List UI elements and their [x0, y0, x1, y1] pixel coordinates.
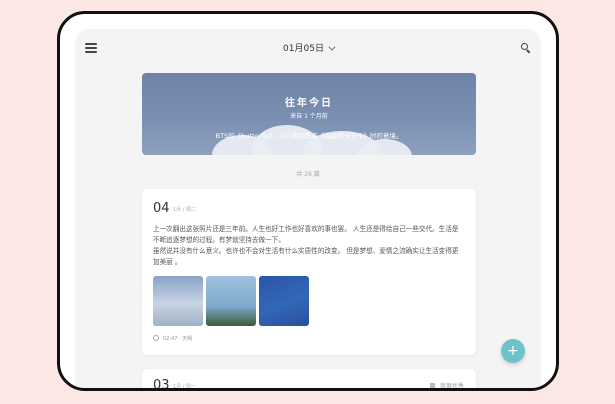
banner-subtitle: 来自 1 个月前	[290, 113, 328, 120]
banner-title: 往年今日	[285, 98, 333, 109]
tablet-frame: 01月05日 往年今日 来自 1 个月前 BTS的《butterfly》，以让我…	[57, 11, 559, 391]
photo-thumbnail[interactable]	[206, 276, 256, 326]
search-icon[interactable]	[521, 43, 531, 54]
photo-thumbnail[interactable]	[259, 276, 309, 326]
date-label: 01月05日	[283, 44, 324, 54]
diary-entry-card[interactable]: 04 1月 / 周二 上一次翻出这张照片还是三年前。人生也好工作也好喜欢的事也罢…	[142, 189, 476, 355]
entry-footer: 02:47 · 天晴	[153, 335, 192, 342]
entry-count: 共 28 篇	[296, 171, 320, 178]
chevron-down-icon	[328, 43, 336, 51]
entry-meta: 1月 / 周二	[173, 207, 197, 213]
top-bar: 01月05日	[75, 29, 541, 69]
weather-icon	[153, 335, 159, 341]
entry-tag: 我很优秀	[429, 381, 464, 390]
date-selector[interactable]: 01月05日	[75, 41, 541, 54]
entry-paragraph: 上一次翻出这张照片还是三年前。人生也好工作也好喜欢的事也罢。 人生还是得给自己一…	[153, 225, 459, 244]
tag-icon	[429, 383, 435, 388]
entry-day: 04	[153, 201, 170, 216]
app-screen: 01月05日 往年今日 来自 1 个月前 BTS的《butterfly》，以让我…	[75, 29, 541, 391]
on-this-day-banner[interactable]: 往年今日 来自 1 个月前 BTS的《butterfly》，以让我回想着《海边的…	[142, 73, 476, 155]
entry-meta: 1月 / 周一	[173, 384, 197, 390]
photo-thumbnail[interactable]	[153, 276, 203, 326]
diary-entry-card[interactable]: 03 1月 / 周一 我很优秀	[142, 369, 476, 391]
entry-footer-text: 02:47 · 天晴	[163, 336, 193, 342]
entry-paragraph: 虽然说并没有什么意义。也许也不会对生活有什么实质性的改变。 但是梦想、爱情之流确…	[153, 247, 459, 266]
banner-text: BTS的《butterfly》，以让我回想着《海边的卡夫卡》时的意境。	[215, 132, 403, 140]
add-entry-button[interactable]: +	[501, 339, 525, 363]
entry-body: 上一次翻出这张照片还是三年前。人生也好工作也好喜欢的事也罢。 人生还是得给自己一…	[153, 224, 464, 268]
entry-tag-label: 我很优秀	[439, 383, 464, 390]
entry-day: 03	[153, 378, 170, 391]
